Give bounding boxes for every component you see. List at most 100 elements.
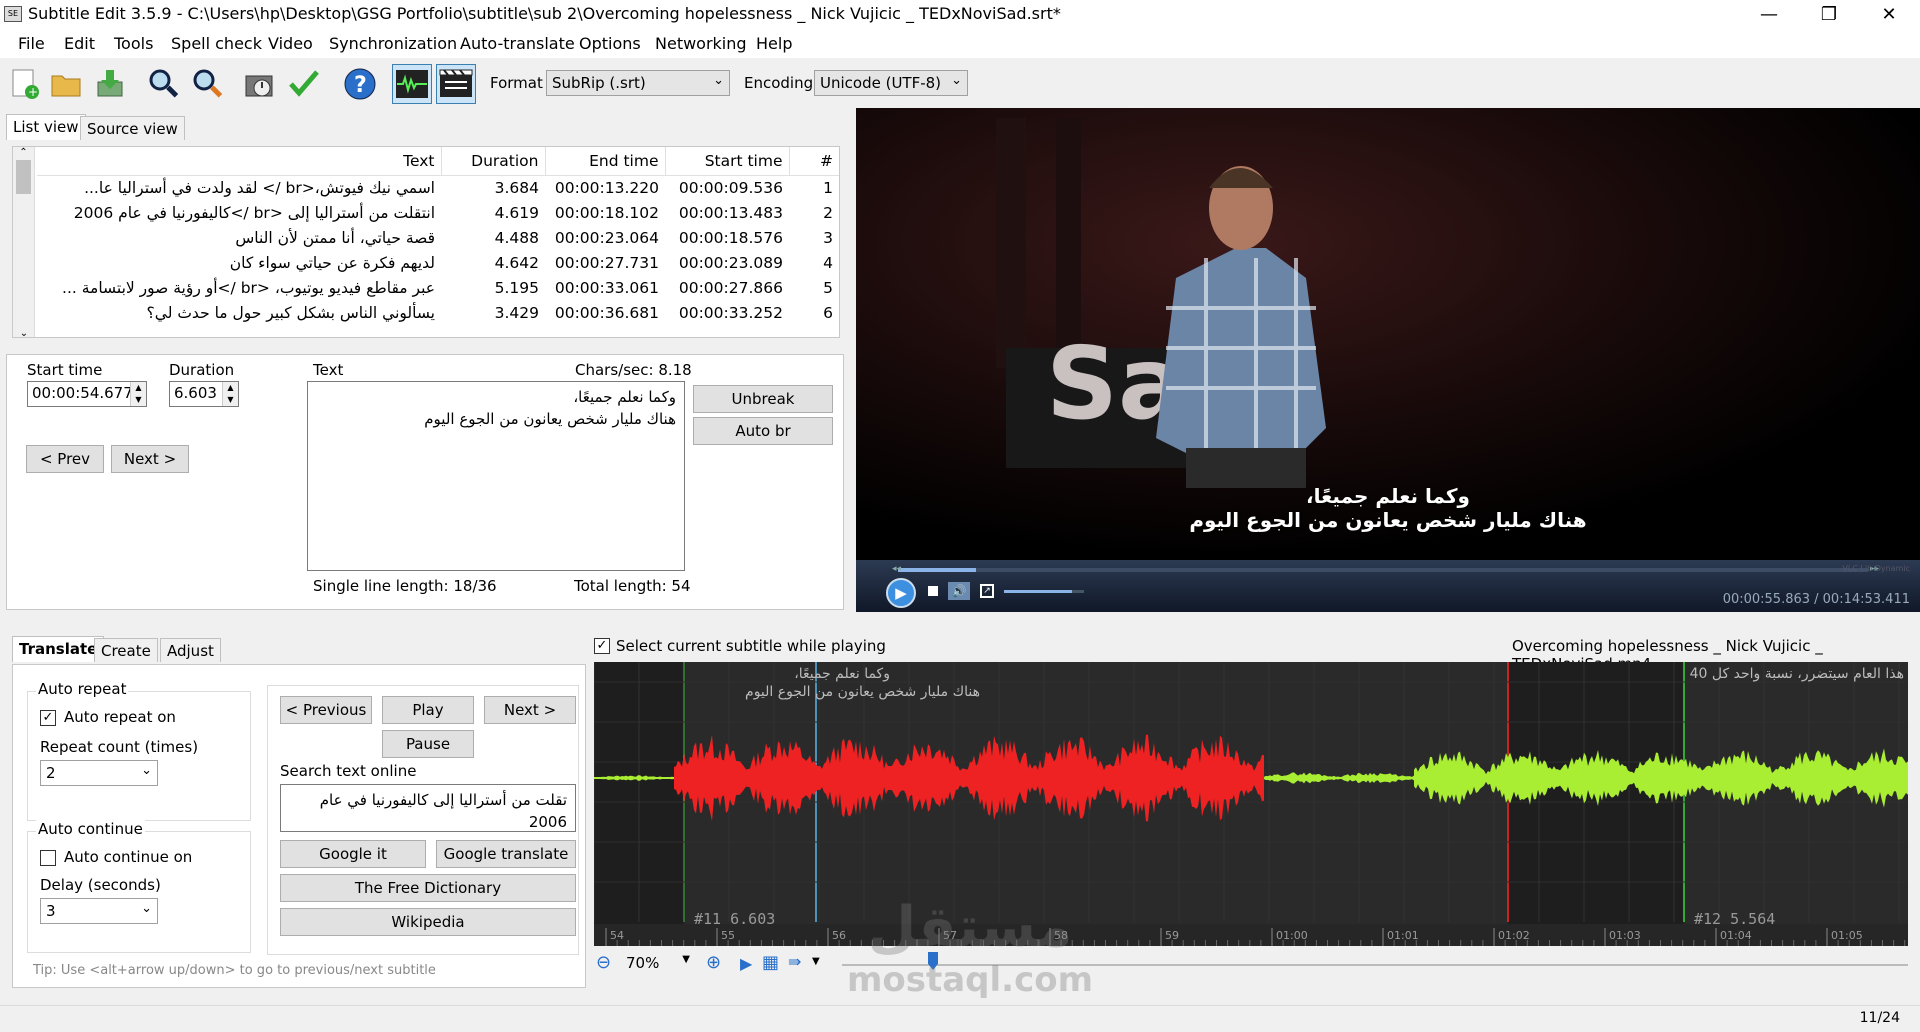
replace-icon[interactable] [188,64,228,104]
find-icon[interactable] [144,64,184,104]
cell-start-time: 00:00:23.089 [678,253,783,272]
list-scrollbar[interactable]: ⌃ ⌄ [13,147,35,337]
zoom-select[interactable]: 70% ▼ [622,952,692,976]
play-icon[interactable]: ▶ [886,578,916,608]
cell-number: 5 [823,278,833,297]
seg2-line1: هذا العام سيتضرر، نسبة واحد كل 40 ثانية [1688,666,1904,682]
tab-create[interactable]: Create [94,638,158,662]
cell-duration: 3.684 [494,178,539,197]
pause-button[interactable]: Pause [382,730,474,758]
zoom-out-icon[interactable]: ⊖ [596,952,611,973]
auto-repeat-checkbox[interactable]: ✓ [40,710,56,726]
window-title: Subtitle Edit 3.5.9 - C:\Users\hp\Deskto… [28,4,1061,23]
save-download-icon[interactable] [90,64,130,104]
auto-continue-checkbox[interactable] [40,850,56,866]
close-button[interactable]: ✕ [1866,0,1912,30]
show-waveform-icon[interactable] [392,64,432,104]
table-row[interactable]: عبر مقاطع فيديو يوتيوب، <br />أو رؤية صو… [37,275,839,300]
select-while-playing-checkbox[interactable]: ✓ [594,638,610,654]
menu-synchronization[interactable]: Synchronization [329,34,457,53]
free-dictionary-button[interactable]: The Free Dictionary [280,874,576,902]
format-select[interactable]: SubRip (.srt) ⌄ [546,70,730,96]
delay-select[interactable]: 3 ⌄ [40,898,158,924]
menu-help[interactable]: Help [756,34,792,53]
video-sub-line-1: وكما نعلم جميعًا، [1306,484,1470,508]
unbreak-button[interactable]: Unbreak [693,385,833,413]
duration-input[interactable]: 6.603 ▲ ▼ [169,381,239,407]
google-it-button[interactable]: Google it [280,840,426,868]
menu-auto-translate[interactable]: Auto-translate [460,34,575,53]
spell-check-icon[interactable] [284,64,324,104]
table-row[interactable]: يسألوني الناس بشكل كبير حول ما حدث لي؟ 3.… [37,300,839,325]
next-button[interactable]: Next > [111,445,189,473]
next-icon[interactable]: ⇛ [788,952,801,971]
cell-number: 4 [823,253,833,272]
chevron-down-icon[interactable]: ▼ [812,956,820,967]
grid-icon[interactable]: ▦ [762,952,779,973]
col-start-time[interactable]: Start time [665,147,790,176]
play-button[interactable]: Play [382,696,474,724]
open-folder-icon[interactable] [46,64,86,104]
show-video-icon[interactable] [436,64,476,104]
help-icon[interactable]: ? [340,64,380,104]
next-subtitle-button[interactable]: Next > [484,696,576,724]
menu-tools[interactable]: Tools [114,34,153,53]
spinner-icon[interactable]: ▲ ▼ [130,382,146,406]
prev-button[interactable]: < Prev [26,445,104,473]
col-number[interactable]: # [789,147,839,176]
table-row[interactable]: انتقلت من أستراليا إلى <br />كاليفورنيا … [37,200,839,225]
stop-icon[interactable] [928,586,938,596]
rewind-icon[interactable]: ◂◂ [892,564,901,574]
menu-edit[interactable]: Edit [64,34,95,53]
table-row[interactable]: لديهم فكرة عن حياتي سواء كان 4.642 00:00:2… [37,250,839,275]
zoom-in-icon[interactable]: ⊕ [706,952,721,973]
cell-duration: 5.195 [494,278,539,297]
cell-start-time: 00:00:09.536 [678,178,783,197]
tab-translate[interactable]: Translate [12,636,105,662]
play-selection-icon[interactable]: ▶ [740,954,752,973]
start-time-input[interactable]: 00:00:54.677 ▲ ▼ [27,381,147,407]
tab-list-view[interactable]: List view [6,114,86,140]
cell-end-time: 00:00:36.681 [554,303,659,322]
table-row[interactable]: قصة حياتي، أنا ممتن لأن الناس 4.488 00:00:… [37,225,839,250]
subtitle-text-editor[interactable]: وكما نعلم جميعًا، هناك مليار شخص يعانون … [307,381,685,571]
col-end-time[interactable]: End time [545,147,666,176]
menu-file[interactable]: File [18,34,45,53]
new-file-icon[interactable]: + [4,64,44,104]
tab-adjust[interactable]: Adjust [160,638,221,662]
volume-icon[interactable]: 🔊 [948,582,970,600]
chars-per-sec: Chars/sec: 8.18 [575,361,692,379]
fullscreen-icon[interactable]: ↗ [980,584,994,598]
repeat-count-select[interactable]: 2 ⌄ [40,760,158,786]
previous-button[interactable]: < Previous [280,696,372,724]
encoding-select[interactable]: Unicode (UTF-8) ⌄ [814,70,968,96]
table-row[interactable]: اسمي نيك فيوتش،<br /> لقد ولدت في أسترال… [37,175,839,200]
chevron-down-icon[interactable]: ⌄ [13,328,35,337]
auto-continue-title: Auto continue [36,820,145,838]
segment-12-region[interactable] [1684,662,1908,946]
encoding-value: Unicode (UTF-8) [820,74,942,92]
scroll-thumb[interactable] [16,160,31,194]
col-text[interactable]: Text [37,147,442,176]
visual-sync-icon[interactable] [240,64,280,104]
google-translate-button[interactable]: Google translate [436,840,576,868]
tab-source-view[interactable]: Source view [80,116,185,140]
seek-bar[interactable] [898,568,1868,572]
minimize-button[interactable]: — [1746,0,1792,30]
maximize-button[interactable]: ❐ [1806,0,1852,30]
audio-waveform[interactable]: 54 55 56 57 58 59 01:00 01:01 01:02 01:03 01:04 01:… [594,662,1908,946]
menu-options[interactable]: Options [579,34,641,53]
video-player[interactable]: Sac وكما نعلم جميعًا، هناك مليار شخص يعا… [856,108,1920,612]
menu-video[interactable]: Video [268,34,313,53]
search-text-input[interactable]: تقلت من أستراليا إلى كاليفورنيا في عام 2… [280,784,576,832]
col-duration[interactable]: Duration [441,147,546,176]
cell-text: عبر مقاطع فيديو يوتيوب، <br />أو رؤية صو… [62,278,435,297]
chevron-up-icon[interactable]: ⌃ [13,147,34,158]
spinner-icon[interactable]: ▲ ▼ [222,382,238,406]
volume-slider[interactable] [1004,590,1084,593]
menu-networking[interactable]: Networking [655,34,747,53]
video-subtitle-overlay: وكما نعلم جميعًا، هناك مليار شخص يعانون … [856,484,1920,532]
menu-spell-check[interactable]: Spell check [171,34,262,53]
wikipedia-button[interactable]: Wikipedia [280,908,576,936]
auto-br-button[interactable]: Auto br [693,417,833,445]
